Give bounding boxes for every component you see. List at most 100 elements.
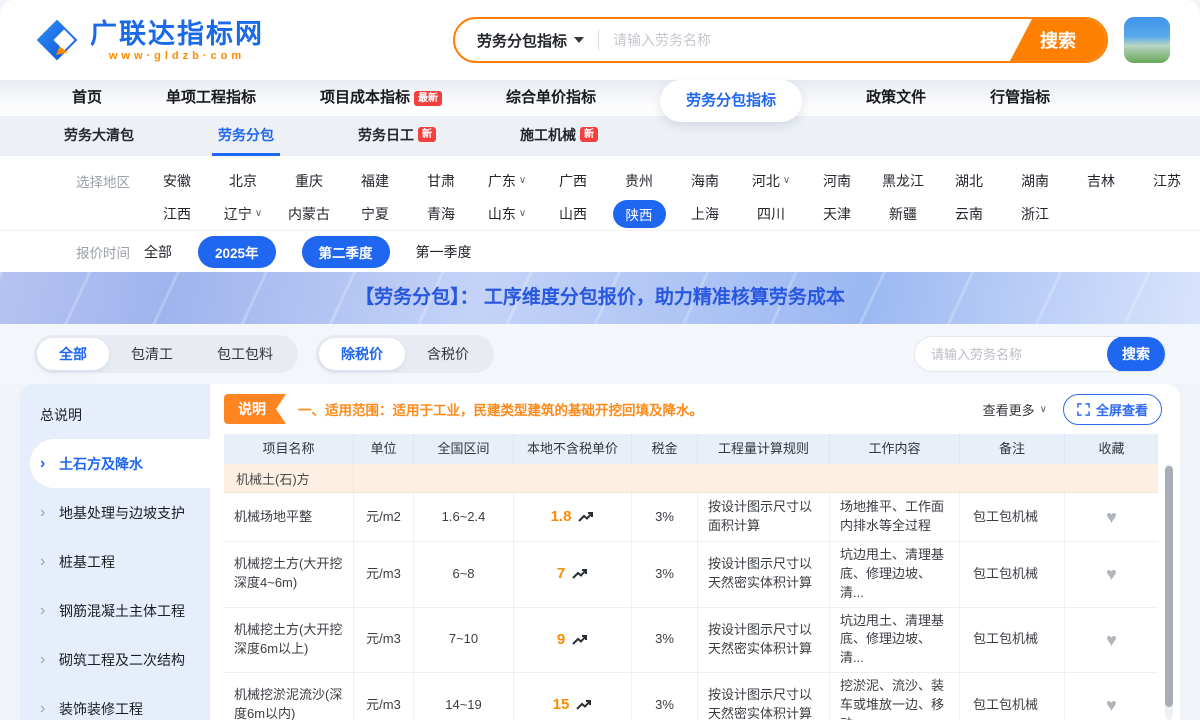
fullscreen-label: 全屏查看 [1096, 400, 1148, 419]
table-header-cell: 全国区间 [414, 434, 514, 464]
region-item[interactable]: 湖北 ∨ [936, 171, 1002, 191]
chevron-down-icon: ∨ [519, 175, 526, 186]
region-item[interactable]: 河南 ∨ [804, 171, 870, 191]
sidebar-item[interactable]: › 砌筑工程及二次结构 [20, 635, 210, 684]
region-item[interactable]: 河北 ∨ [738, 171, 804, 191]
nav-item[interactable]: 综合单价指标 [506, 80, 596, 116]
sidebar-item[interactable]: › 装饰装修工程 [20, 684, 210, 720]
sidebar-item[interactable]: › 总说明 [20, 390, 210, 439]
region-item[interactable]: 浙江 ∨ [1002, 200, 1068, 228]
region-item[interactable]: 新疆 ∨ [870, 200, 936, 228]
cell-note: 包工包机械 [960, 493, 1065, 541]
region-item[interactable]: 海南 ∨ [672, 171, 738, 191]
region-item[interactable]: 山东 ∨ [474, 200, 540, 228]
sidebar-item[interactable]: › 桩基工程 [20, 537, 210, 586]
region-item[interactable]: 内蒙古 ∨ [276, 200, 342, 228]
chevron-down-icon: ∨ [519, 208, 526, 219]
region-item[interactable]: 福建 ∨ [342, 171, 408, 191]
nav-item[interactable]: 单项工程指标 [166, 80, 256, 116]
region-item-label: 江苏 [1153, 171, 1181, 191]
sidebar-item[interactable]: › 地基处理与边坡支护 [20, 488, 210, 537]
sidebar-item[interactable]: › 土石方及降水 [30, 439, 210, 488]
subnav-item[interactable]: 劳务日工 新 [352, 116, 442, 156]
subnav-item[interactable]: 劳务分包 [212, 116, 280, 156]
trend-up-icon [572, 634, 588, 646]
heart-icon[interactable]: ♥ [1106, 504, 1117, 530]
region-item[interactable]: 广西 ∨ [540, 171, 606, 191]
price-value: 15 [553, 694, 570, 716]
header-search-input[interactable] [613, 32, 1010, 48]
nav-item[interactable]: 项目成本指标 最新 [320, 80, 442, 116]
cell-local-price: 7 [514, 542, 632, 607]
region-item[interactable]: 甘肃 ∨ [408, 171, 474, 191]
note-row: 说明 一、适用范围：适用于工业，民建类型建筑的基础开挖回填及降水。 查看更多 ∨… [210, 392, 1180, 426]
nav-item[interactable]: 首页 [72, 80, 102, 116]
region-item[interactable]: 贵州 ∨ [606, 171, 672, 191]
region-item[interactable]: 广东 ∨ [474, 171, 540, 191]
region-item[interactable]: 江苏 ∨ [1134, 171, 1200, 191]
region-item[interactable]: 吉林 ∨ [1068, 171, 1134, 191]
region-item-label: 内蒙古 [288, 204, 330, 224]
region-item[interactable]: 天津 ∨ [804, 200, 870, 228]
subnav-item[interactable]: 施工机械 新 [514, 116, 604, 156]
view-more-link[interactable]: 查看更多 ∨ [983, 400, 1047, 419]
chevron-right-icon: › [40, 700, 50, 718]
nav-item[interactable]: 劳务分包指标 [660, 80, 802, 122]
time-filter-row: 报价时间 全部2025年第二季度第一季度 [0, 230, 1200, 272]
cell-work-content: 坑边甩土、清理基底、修理边坡、清... [830, 542, 960, 607]
region-item-label: 上海 [691, 204, 719, 224]
table-search-button[interactable]: 搜索 [1107, 336, 1165, 372]
search-category-dropdown[interactable]: 劳务分包指标 [455, 30, 584, 51]
table-scrollbar [1165, 464, 1173, 720]
table-search-input[interactable] [915, 347, 1107, 362]
heart-icon[interactable]: ♥ [1106, 692, 1117, 718]
scope-segment[interactable]: 包清工 [109, 338, 195, 370]
time-filter-option[interactable]: 全部 [144, 242, 172, 262]
heart-icon[interactable]: ♥ [1106, 561, 1117, 587]
region-item[interactable]: 辽宁 ∨ [210, 200, 276, 228]
scope-segment[interactable]: 包工包料 [195, 338, 295, 370]
tax-segment[interactable]: 除税价 [319, 338, 405, 370]
region-item-label: 湖北 [955, 171, 983, 191]
time-filter-option[interactable]: 第二季度 [302, 236, 390, 268]
sidebar-item-label: 桩基工程 [59, 552, 115, 572]
region-item[interactable]: 山西 ∨ [540, 200, 606, 228]
cell-note: 包工包机械 [960, 542, 1065, 607]
region-item[interactable]: 四川 ∨ [738, 200, 804, 228]
logo[interactable]: 广联达指标网 www·gldzb·com [34, 17, 264, 63]
header-search-button[interactable]: 搜索 [1010, 19, 1106, 61]
note-text: 一、适用范围：适用于工业，民建类型建筑的基础开挖回填及降水。 [298, 399, 703, 419]
table-header-cell: 项目名称 [224, 434, 354, 464]
scrollbar-thumb[interactable] [1165, 466, 1173, 707]
region-item[interactable]: 安徽 ∨ [144, 171, 210, 191]
cell-work-content: 坑边甩土、清理基底、修理边坡、清... [830, 608, 960, 673]
table-header-cell: 工作内容 [830, 434, 960, 464]
region-item[interactable]: 陕西 ∨ [606, 200, 672, 228]
time-filter-option[interactable]: 2025年 [198, 236, 276, 268]
tax-segment[interactable]: 含税价 [405, 338, 491, 370]
region-item[interactable]: 江西 ∨ [144, 200, 210, 228]
sidebar-item[interactable]: › 钢筋混凝土主体工程 [20, 586, 210, 635]
nav-item[interactable]: 行管指标 [990, 80, 1050, 116]
time-filter-option[interactable]: 第一季度 [416, 242, 472, 262]
table-row: 机械场地平整 元/m2 1.6~2.4 1.8 3% [224, 493, 1158, 542]
heart-icon[interactable]: ♥ [1106, 627, 1117, 653]
region-item[interactable]: 北京 ∨ [210, 171, 276, 191]
logo-title: 广联达指标网 [90, 19, 264, 49]
region-item[interactable]: 重庆 ∨ [276, 171, 342, 191]
table-header-cell: 本地不含税单价 [514, 434, 632, 464]
scope-segment[interactable]: 全部 [37, 338, 109, 370]
region-item[interactable]: 宁夏 ∨ [342, 200, 408, 228]
fullscreen-button[interactable]: 全屏查看 [1063, 394, 1162, 425]
avatar[interactable] [1124, 17, 1170, 63]
region-item[interactable]: 上海 ∨ [672, 200, 738, 228]
region-item[interactable]: 云南 ∨ [936, 200, 1002, 228]
nav-item[interactable]: 政策文件 [866, 80, 926, 116]
cell-tax: 3% [632, 608, 698, 673]
sidebar-item-label: 砌筑工程及二次结构 [59, 650, 185, 670]
region-item[interactable]: 湖南 ∨ [1002, 171, 1068, 191]
subnav-item[interactable]: 劳务大清包 [58, 116, 140, 156]
region-item-label: 黑龙江 [882, 171, 924, 191]
region-item[interactable]: 黑龙江 ∨ [870, 171, 936, 191]
region-item[interactable]: 青海 ∨ [408, 200, 474, 228]
